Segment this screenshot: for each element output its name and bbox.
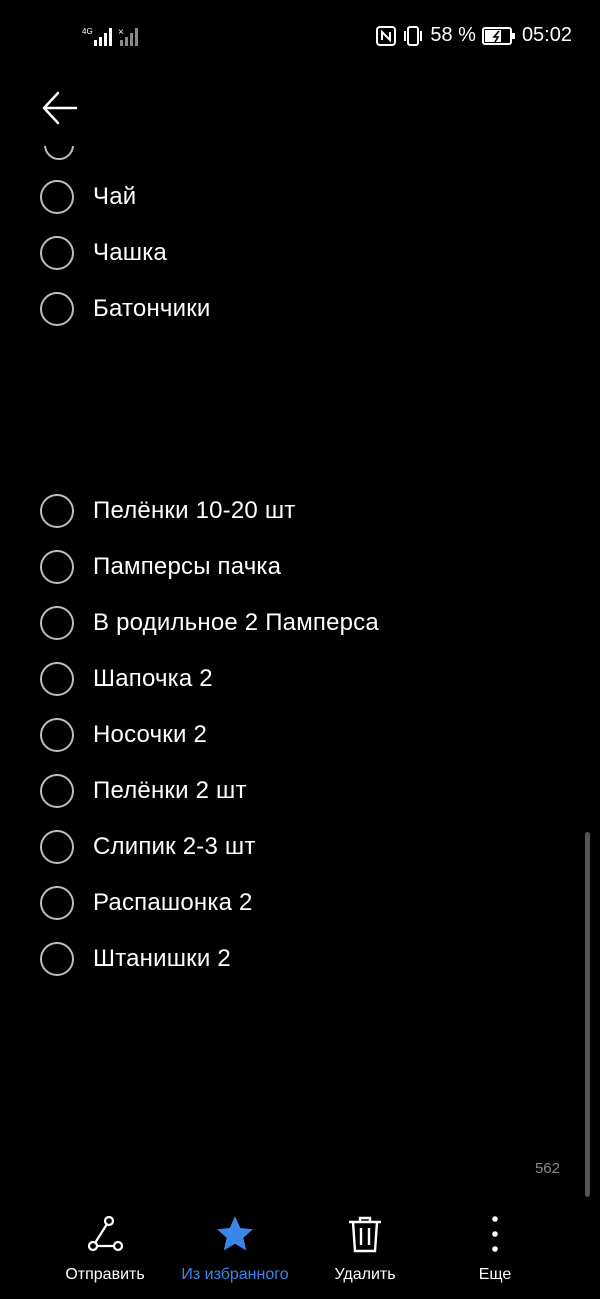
item-label: Пелёнки 2 шт bbox=[93, 777, 247, 804]
list-item[interactable]: Распашонка 2 bbox=[40, 883, 253, 923]
arrow-left-icon[interactable] bbox=[40, 88, 80, 128]
list-item[interactable]: Памперсы пачка bbox=[40, 547, 281, 587]
checkbox[interactable] bbox=[40, 886, 74, 920]
send-label: Отправить bbox=[65, 1266, 145, 1283]
list-item[interactable]: Носочки 2 bbox=[40, 715, 207, 755]
item-label: Чай bbox=[93, 183, 137, 210]
item-label: Шапочка 2 bbox=[93, 665, 213, 692]
svg-text:4G: 4G bbox=[82, 27, 93, 36]
item-label: Штанишки 2 bbox=[93, 945, 231, 972]
partial-checkbox bbox=[44, 146, 74, 160]
nfc-icon bbox=[376, 25, 397, 46]
list-item[interactable]: Пелёнки 10-20 шт bbox=[40, 491, 295, 531]
checkbox[interactable] bbox=[40, 180, 74, 214]
trash-icon bbox=[349, 1216, 381, 1253]
more-label: Еще bbox=[478, 1266, 512, 1283]
checkbox[interactable] bbox=[40, 662, 74, 696]
more-button[interactable]: Еще bbox=[420, 1210, 570, 1284]
star-icon bbox=[217, 1216, 253, 1251]
checkbox[interactable] bbox=[40, 292, 74, 326]
favorite-button[interactable]: Из избранного bbox=[160, 1210, 310, 1284]
send-button[interactable]: Отправить bbox=[30, 1210, 180, 1284]
item-label: Памперсы пачка bbox=[93, 553, 282, 580]
item-label: Чашка bbox=[93, 239, 167, 266]
checkbox[interactable] bbox=[40, 774, 74, 808]
list-item[interactable]: Шапочка 2 bbox=[40, 659, 213, 699]
char-count: 562 bbox=[534, 1160, 560, 1177]
delete-label: Удалить bbox=[334, 1266, 396, 1283]
list-item[interactable]: Батончики bbox=[40, 289, 211, 329]
list-item[interactable]: Штанишки 2 bbox=[40, 939, 231, 979]
list-item[interactable]: Пелёнки 2 шт bbox=[40, 771, 247, 811]
list-item[interactable]: В родильное 2 Памперса bbox=[40, 603, 379, 643]
checkbox[interactable] bbox=[40, 606, 74, 640]
share-icon bbox=[87, 1215, 124, 1252]
checkbox[interactable] bbox=[40, 830, 74, 864]
status-right: 58 % 05:02 bbox=[376, 24, 572, 47]
item-label: Пелёнки 10-20 шт bbox=[93, 497, 296, 524]
item-label: Распашонка 2 bbox=[93, 889, 253, 916]
checkbox[interactable] bbox=[40, 550, 74, 584]
battery-percent: 58 % bbox=[430, 24, 476, 46]
clock: 05:02 bbox=[521, 24, 572, 46]
item-label: В родильное 2 Памперса bbox=[93, 609, 379, 636]
checkbox[interactable] bbox=[40, 236, 74, 270]
status-bar: 4G × 58 % 05:02 bbox=[0, 0, 600, 74]
battery-charging-icon bbox=[481, 26, 515, 45]
checkbox[interactable] bbox=[40, 494, 74, 528]
list-item[interactable]: Чай bbox=[40, 177, 136, 217]
item-label: Носочки 2 bbox=[93, 721, 207, 748]
list-item[interactable]: Чашка bbox=[40, 233, 167, 273]
item-label: Батончики bbox=[93, 295, 211, 322]
delete-button[interactable]: Удалить bbox=[290, 1210, 440, 1284]
more-vertical-icon bbox=[492, 1216, 498, 1252]
svg-text:×: × bbox=[118, 27, 124, 38]
bottom-toolbar: Отправить Из избранного Удалить Еще bbox=[0, 1210, 600, 1299]
item-label: Слипик 2-3 шт bbox=[93, 833, 256, 860]
favorite-label: Из избранного bbox=[181, 1266, 289, 1283]
vibrate-icon bbox=[404, 25, 423, 46]
signal-icon: 4G × bbox=[82, 27, 138, 46]
checkbox[interactable] bbox=[40, 942, 74, 976]
scrollbar[interactable] bbox=[585, 832, 590, 1197]
list-item[interactable]: Слипик 2-3 шт bbox=[40, 827, 256, 867]
checkbox[interactable] bbox=[40, 718, 74, 752]
